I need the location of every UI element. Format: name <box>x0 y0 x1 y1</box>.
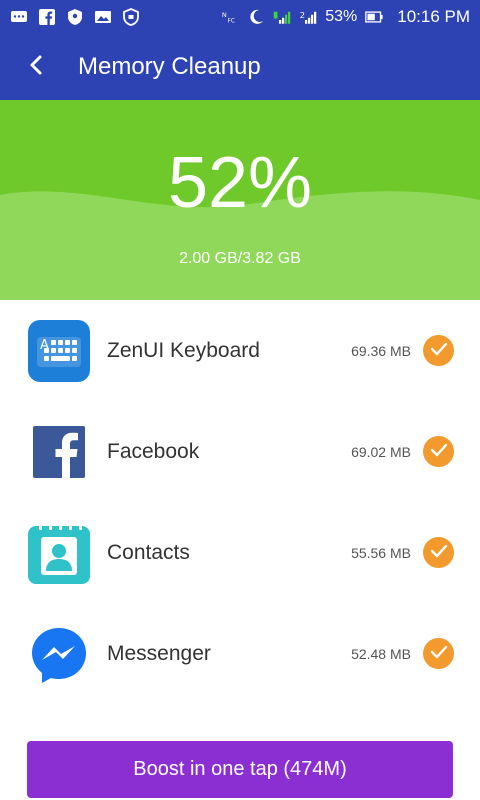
memory-usage-text: 2.00 GB/3.82 GB <box>179 250 301 267</box>
battery-icon <box>365 8 383 26</box>
svg-text:N: N <box>222 11 227 19</box>
checkbox-checked[interactable] <box>423 335 454 366</box>
app-bar: Memory Cleanup <box>0 34 480 100</box>
memory-usage-panel: 52% 2.00 GB/3.82 GB <box>0 100 480 300</box>
checkmark-icon <box>430 442 448 461</box>
status-left-icons <box>10 8 140 26</box>
svg-text:2: 2 <box>300 10 305 20</box>
list-item[interactable]: A ZenUI Keyboard 69.36 MB <box>0 300 480 401</box>
list-item[interactable]: Messenger 52.48 MB <box>0 603 480 704</box>
app-size: 69.36 MB <box>351 342 411 359</box>
battery-percent: 53% <box>325 8 358 25</box>
message-icon <box>10 8 28 26</box>
app-name: ZenUI Keyboard <box>107 338 260 362</box>
svg-text:FC: FC <box>228 19 235 25</box>
app-size: 52.48 MB <box>351 645 411 662</box>
facebook-icon <box>38 8 56 26</box>
facebook-icon <box>27 420 91 484</box>
memory-percent: 52% <box>167 143 313 223</box>
shield-icon <box>66 8 84 26</box>
checkmark-icon <box>430 644 448 663</box>
back-button[interactable] <box>8 34 64 100</box>
app-name: Messenger <box>107 641 211 665</box>
memory-cleanup-screen: N FC 2 53% 10:16 PM Memory Cleanup 52% 2… <box>0 0 480 800</box>
app-list: A ZenUI Keyboard 69.36 MB Facebook 69.02… <box>0 300 480 800</box>
app-name: Facebook <box>107 439 200 463</box>
status-bar: N FC 2 53% 10:16 PM <box>0 0 480 34</box>
messenger-icon <box>27 622 91 686</box>
chevron-left-icon <box>28 54 44 80</box>
moon-icon <box>247 8 265 26</box>
list-item[interactable]: Facebook 69.02 MB <box>0 401 480 502</box>
signal-1-icon <box>273 8 291 26</box>
checkbox-checked[interactable] <box>423 436 454 467</box>
app-size: 55.56 MB <box>351 544 411 561</box>
nfc-icon: N FC <box>221 8 239 26</box>
app-name: Contacts <box>107 540 190 564</box>
boost-button[interactable]: Boost in one tap (474M) <box>27 741 453 798</box>
image-icon <box>94 8 112 26</box>
signal-2-icon: 2 <box>299 8 317 26</box>
checkbox-checked[interactable] <box>423 537 454 568</box>
checkmark-icon <box>430 543 448 562</box>
keyboard-icon: A <box>27 319 91 383</box>
checkbox-checked[interactable] <box>423 638 454 669</box>
list-item[interactable]: Contacts 55.56 MB <box>0 502 480 603</box>
app-size: 69.02 MB <box>351 443 411 460</box>
secure-icon <box>122 8 140 26</box>
checkmark-icon <box>430 341 448 360</box>
page-title: Memory Cleanup <box>78 53 261 80</box>
status-right-icons: N FC 2 53% 10:16 PM <box>221 7 470 27</box>
status-time: 10:16 PM <box>397 7 470 26</box>
contacts-icon <box>27 521 91 585</box>
